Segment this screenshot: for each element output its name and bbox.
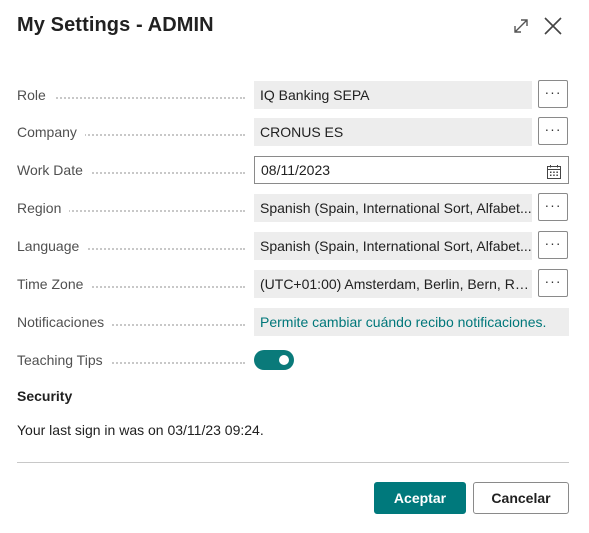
ok-button[interactable]: Aceptar <box>374 482 466 514</box>
region-assist-button[interactable]: ··· <box>538 193 568 221</box>
language-label: Language <box>17 232 88 260</box>
role-assist-button[interactable]: ··· <box>538 80 568 108</box>
language-row: Language Spanish (Spain, International S… <box>17 231 569 260</box>
region-label: Region <box>17 194 70 222</box>
cancel-button[interactable]: Cancelar <box>473 482 569 514</box>
teaching-tips-label: Teaching Tips <box>17 346 111 374</box>
language-field[interactable]: Spanish (Spain, International Sort, Alfa… <box>254 232 532 260</box>
time-zone-field[interactable]: (UTC+01:00) Amsterdam, Berlin, Bern, Ro.… <box>254 270 532 298</box>
company-field[interactable]: CRONUS ES <box>254 118 532 146</box>
notifications-label: Notificaciones <box>17 308 113 336</box>
teaching-tips-toggle[interactable] <box>254 350 294 370</box>
teaching-tips-row: Teaching Tips <box>17 346 569 374</box>
work-date-value: 08/11/2023 <box>261 162 331 178</box>
notifications-row: Notificaciones Permite cambiar cuándo re… <box>17 308 569 336</box>
region-field[interactable]: Spanish (Spain, International Sort, Alfa… <box>254 194 532 222</box>
dialog-title: My Settings - ADMIN <box>17 14 214 36</box>
time-zone-row: Time Zone (UTC+01:00) Amsterdam, Berlin,… <box>17 269 569 298</box>
notifications-link[interactable]: Permite cambiar cuándo recibo notificaci… <box>254 308 569 336</box>
role-field[interactable]: IQ Banking SEPA <box>254 81 532 109</box>
company-label: Company <box>17 118 85 146</box>
role-label: Role <box>17 81 54 109</box>
last-sign-in-text: Your last sign in was on 03/11/23 09:24. <box>17 422 264 438</box>
time-zone-label: Time Zone <box>17 270 92 298</box>
work-date-label: Work Date <box>17 156 91 184</box>
work-date-input[interactable]: 08/11/2023 <box>254 156 569 184</box>
language-assist-button[interactable]: ··· <box>538 231 568 259</box>
divider <box>17 462 569 463</box>
calendar-icon[interactable] <box>546 162 562 183</box>
work-date-row: Work Date 08/11/2023 <box>17 156 569 184</box>
expand-icon[interactable] <box>509 14 533 38</box>
close-icon[interactable] <box>541 14 565 38</box>
role-row: Role IQ Banking SEPA ··· <box>17 80 569 109</box>
company-assist-button[interactable]: ··· <box>538 117 568 145</box>
toggle-knob <box>279 355 289 365</box>
company-row: Company CRONUS ES ··· <box>17 117 569 146</box>
time-zone-assist-button[interactable]: ··· <box>538 269 568 297</box>
region-row: Region Spanish (Spain, International Sor… <box>17 193 569 222</box>
security-heading: Security <box>17 388 73 404</box>
